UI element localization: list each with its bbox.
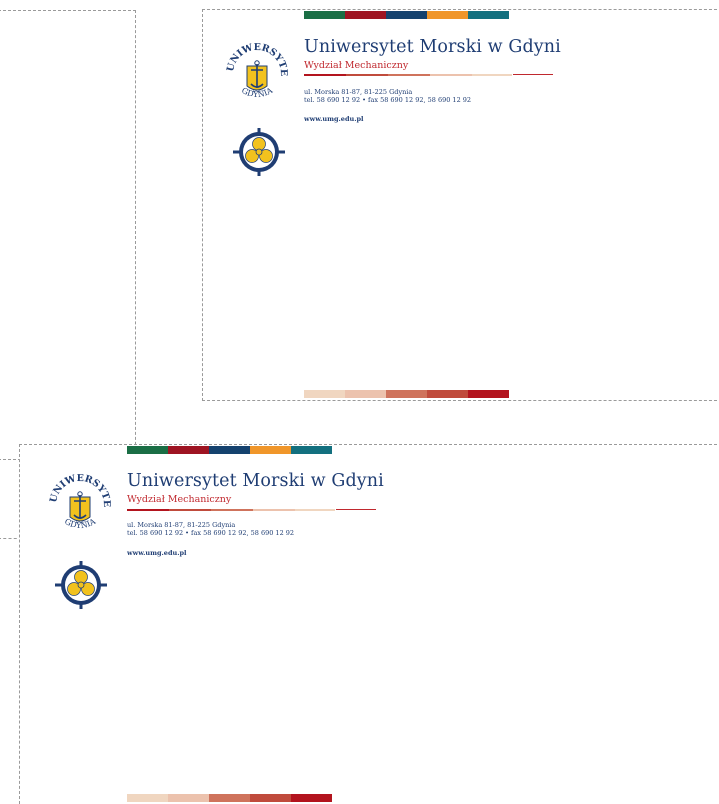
color-swatch bbox=[291, 794, 332, 802]
color-swatch bbox=[168, 446, 209, 454]
address-line: ul. Morska 81-87, 81-225 Gdynia bbox=[304, 88, 413, 96]
university-emblem-icon: UNIWERSYTET MORSKI 1920 GDYNIA bbox=[225, 40, 289, 103]
phone-line: tel. 58 690 12 92 • fax 58 690 12 92, 58… bbox=[304, 96, 472, 104]
mechanical-faculty-emblem-icon bbox=[55, 561, 107, 609]
department-name: Wydział Mechaniczny bbox=[127, 494, 232, 505]
letterhead-page-bottom: UNIWERSYTET MORSKI 1920 GDYNIA Uniwersyt… bbox=[19, 444, 719, 804]
color-swatch bbox=[168, 794, 209, 802]
color-swatch bbox=[386, 390, 427, 398]
color-swatch bbox=[250, 794, 291, 802]
header-rule bbox=[304, 74, 512, 76]
website-link[interactable]: www.umg.edu.pl bbox=[127, 549, 187, 557]
color-swatch bbox=[209, 446, 250, 454]
letterhead-page-top: UNIWERSYTET MORSKI 1920 GDYNIA Uniwersyt… bbox=[202, 9, 719, 401]
color-swatch bbox=[427, 11, 468, 19]
university-emblem-icon: UNIWERSYTET MORSKI 1920 GDYNIA bbox=[48, 471, 112, 530]
address-line: ul. Morska 81-87, 81-225 Gdynia bbox=[127, 521, 236, 529]
color-swatch bbox=[386, 11, 427, 19]
page-outline-back bbox=[0, 10, 136, 460]
department-name: Wydział Mechaniczny bbox=[304, 60, 409, 71]
header-rule-thin bbox=[513, 74, 553, 75]
phone-line: tel. 58 690 12 92 • fax 58 690 12 92, 58… bbox=[127, 529, 295, 537]
mechanical-faculty-emblem-icon bbox=[233, 128, 285, 176]
color-bar-top bbox=[127, 446, 332, 454]
color-swatch bbox=[127, 446, 168, 454]
color-swatch bbox=[427, 390, 468, 398]
header-rule bbox=[127, 509, 335, 511]
color-swatch bbox=[127, 794, 168, 802]
color-bar-top bbox=[304, 11, 509, 19]
university-name: Uniwersytet Morski w Gdyni bbox=[127, 471, 384, 491]
color-swatch bbox=[468, 390, 509, 398]
color-swatch bbox=[304, 390, 345, 398]
color-swatch bbox=[209, 794, 250, 802]
color-swatch bbox=[468, 11, 509, 19]
color-swatch bbox=[291, 446, 332, 454]
color-swatch bbox=[250, 446, 291, 454]
website-link[interactable]: www.umg.edu.pl bbox=[304, 115, 364, 123]
university-name: Uniwersytet Morski w Gdyni bbox=[304, 37, 561, 57]
color-swatch bbox=[345, 390, 386, 398]
color-bar-bottom bbox=[304, 390, 509, 398]
header-rule-thin bbox=[336, 509, 376, 510]
color-bar-bottom bbox=[127, 794, 332, 802]
color-swatch bbox=[304, 11, 345, 19]
color-swatch bbox=[345, 11, 386, 19]
